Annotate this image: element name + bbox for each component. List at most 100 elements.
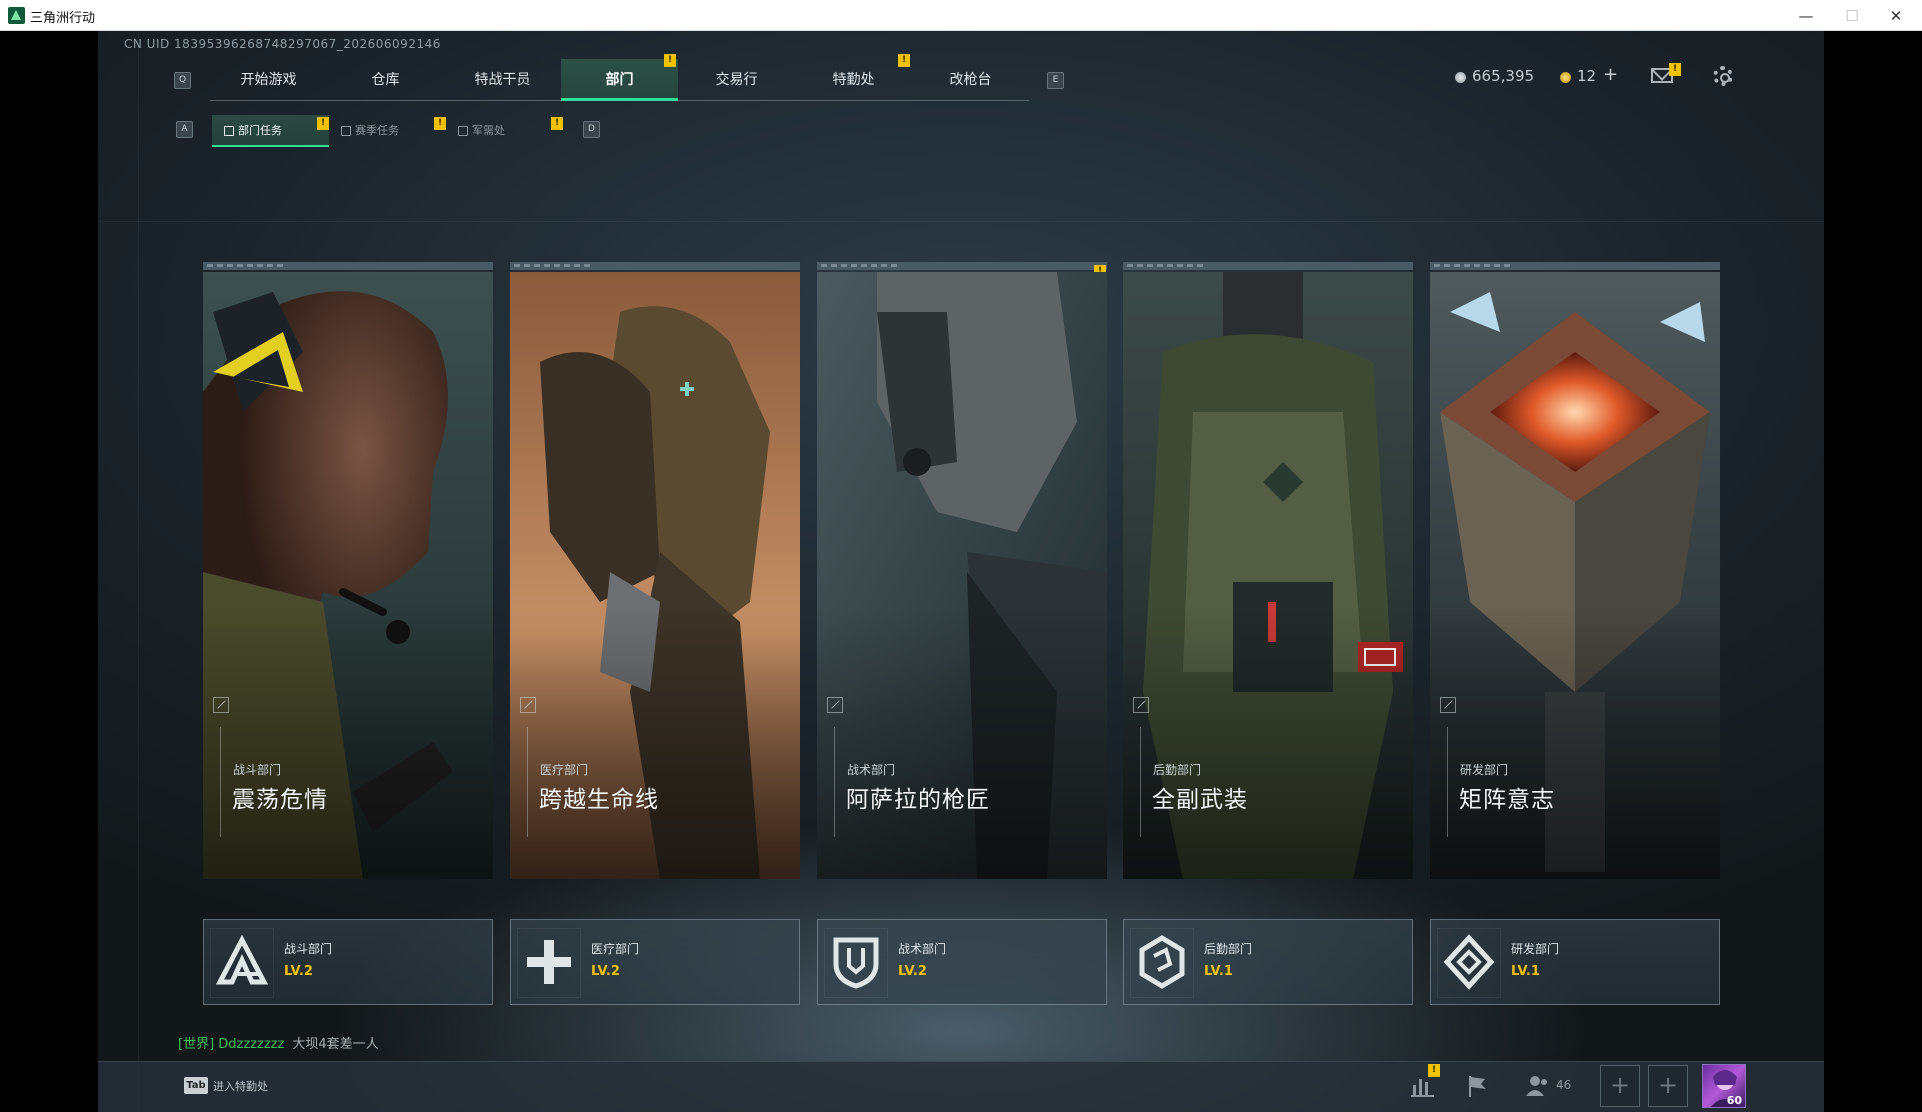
tab-key-hint: Tab — [184, 1077, 208, 1094]
card-department-label: 战斗部门 — [233, 763, 282, 777]
chat-message[interactable]: [世界] Ddzzzzzzz 大坝4套差一人 — [178, 1033, 379, 1052]
chat-text: 大坝4套差一人 — [292, 1037, 379, 1052]
tactical-shield-icon — [833, 937, 879, 989]
card-event-title: 震荡危情 — [232, 787, 328, 813]
subtab-quartermaster[interactable]: 军需处! — [446, 115, 563, 147]
alert-badge: ! — [551, 117, 563, 130]
add-currency-button[interactable]: + — [1603, 64, 1618, 85]
expand-icon — [520, 697, 536, 713]
sub-nav: 部门任务! 赛季任务! 军需处! — [212, 115, 563, 149]
decor-line — [1140, 727, 1141, 837]
department-footer[interactable]: 战斗部门 LV.2 — [203, 919, 493, 1005]
expand-icon — [1440, 697, 1456, 713]
department-level: LV.2 — [284, 964, 313, 979]
card-header-strip — [1123, 262, 1413, 270]
tab-label: 开始游戏 — [240, 72, 297, 88]
department-footer[interactable]: 研发部门 LV.1 — [1430, 919, 1720, 1005]
title-bar: 三角洲行动 — ☐ ✕ — [0, 0, 1922, 31]
medical-cross-icon — [527, 940, 571, 984]
enter-special-ops-label: 进入特勤处 — [213, 1079, 268, 1093]
maximize-button[interactable]: ☐ — [1832, 4, 1872, 28]
expand-icon — [1133, 697, 1149, 713]
decor-line — [220, 727, 221, 837]
decor-line — [1447, 727, 1448, 837]
card-department-label: 医疗部门 — [540, 763, 589, 777]
tab-departments[interactable]: 部门! — [561, 54, 678, 101]
department-level: LV.2 — [898, 964, 927, 979]
window-title: 三角洲行动 — [30, 11, 96, 26]
chat-sender: [世界] Ddzzzzzzz — [178, 1037, 285, 1052]
tab-label: 部门 — [605, 72, 634, 88]
party-slot-add-button[interactable]: + — [1600, 1065, 1640, 1107]
season-icon — [341, 126, 351, 136]
friends-online-count: 46 — [1556, 1078, 1572, 1092]
tab-label: 交易行 — [715, 72, 758, 88]
nav-next-key-hint[interactable]: E — [1047, 72, 1064, 89]
department-card-logistics[interactable]: 后勤部门 全副武装 后勤部门 LV.1 — [1123, 262, 1413, 1005]
subtab-label: 赛季任务 — [355, 124, 399, 137]
department-card-tactical[interactable]: ! 战术部门 阿萨拉的枪匠 战术部门 LV.2 — [817, 262, 1107, 1005]
card-department-label: 战术部门 — [847, 763, 896, 777]
expand-icon — [213, 697, 229, 713]
friends-icon[interactable] — [1523, 1071, 1553, 1101]
card-header-strip — [203, 262, 493, 270]
subnav-prev-key-hint[interactable]: A — [176, 121, 193, 138]
department-card-combat[interactable]: 战斗部门 震荡危情 战斗部门 LV.2 — [203, 262, 493, 1005]
tab-start-game[interactable]: 开始游戏 — [210, 59, 327, 101]
department-card-research[interactable]: 研发部门 矩阵意志 研发部门 LV.1 — [1430, 262, 1720, 1005]
department-card-medical[interactable]: 医疗部门 跨越生命线 医疗部门 LV.2 — [510, 262, 800, 1005]
player-level: 60 — [1726, 1094, 1742, 1107]
expand-icon — [827, 697, 843, 713]
card-header-strip — [1430, 262, 1720, 270]
decor-gridline — [98, 221, 1824, 222]
settings-gear-icon[interactable] — [1713, 66, 1733, 86]
department-footer[interactable]: 医疗部门 LV.2 — [510, 919, 800, 1005]
department-name: 研发部门 — [1511, 942, 1560, 956]
decor-line — [834, 727, 835, 837]
minimize-button[interactable]: — — [1786, 4, 1826, 28]
alert-badge: ! — [898, 54, 910, 67]
tab-market[interactable]: 交易行 — [678, 59, 795, 101]
game-viewport: CN UID 18395396268748297067_202606092146… — [98, 31, 1824, 1112]
alert-badge: ! — [664, 54, 676, 67]
tab-gunsmith[interactable]: 改枪台 — [912, 59, 1029, 101]
card-header-strip — [510, 262, 800, 270]
flag-icon[interactable] — [1463, 1071, 1493, 1101]
department-footer[interactable]: 后勤部门 LV.1 — [1123, 919, 1413, 1005]
nav-prev-key-hint[interactable]: Q — [174, 72, 191, 89]
subtab-department-missions[interactable]: 部门任务! — [212, 115, 329, 147]
silver-coin-icon — [1455, 72, 1466, 83]
app-window: 三角洲行动 — ☐ ✕ CN UID 18395396268748297067_… — [0, 0, 1922, 1112]
department-footer[interactable]: 战术部门 LV.2 — [817, 919, 1107, 1005]
alert-badge: ! — [317, 117, 329, 130]
tab-warehouse[interactable]: 仓库 — [327, 59, 444, 101]
combat-emblem-icon — [216, 934, 268, 985]
logistics-hex-icon — [1139, 935, 1185, 989]
card-event-title: 阿萨拉的枪匠 — [846, 787, 990, 813]
department-level: LV.1 — [1204, 964, 1233, 979]
card-event-title: 跨越生命线 — [539, 787, 659, 813]
department-level: LV.2 — [591, 964, 620, 979]
subtab-season-missions[interactable]: 赛季任务! — [329, 115, 446, 147]
player-avatar[interactable]: 60 — [1702, 1064, 1746, 1108]
tab-special-ops[interactable]: 特勤处! — [795, 54, 912, 101]
subtab-label: 军需处 — [472, 124, 505, 137]
research-diamond-icon — [1443, 934, 1495, 990]
tab-label: 特勤处 — [832, 72, 875, 88]
enter-special-ops-hint[interactable]: Tab 进入特勤处 — [184, 1075, 268, 1097]
close-button[interactable]: ✕ — [1876, 4, 1916, 28]
app-logo-icon — [8, 7, 25, 24]
tab-label: 仓库 — [371, 72, 400, 88]
supply-icon — [458, 126, 468, 136]
gold-balance: 12 — [1577, 67, 1597, 85]
main-nav: 开始游戏 仓库 特战干员 部门! 交易行 特勤处! 改枪台 — [210, 54, 1029, 101]
mail-alert-badge: ! — [1669, 63, 1681, 76]
party-slot-add-button[interactable]: + — [1648, 1065, 1688, 1107]
gold-coin-icon — [1560, 72, 1571, 83]
card-department-label: 研发部门 — [1460, 763, 1509, 777]
tab-operators[interactable]: 特战干员 — [444, 59, 561, 101]
subnav-next-key-hint[interactable]: D — [583, 121, 600, 138]
silver-balance: 665,395 — [1472, 67, 1535, 85]
card-header-strip — [817, 262, 1107, 270]
card-event-title: 全副武装 — [1152, 787, 1248, 813]
